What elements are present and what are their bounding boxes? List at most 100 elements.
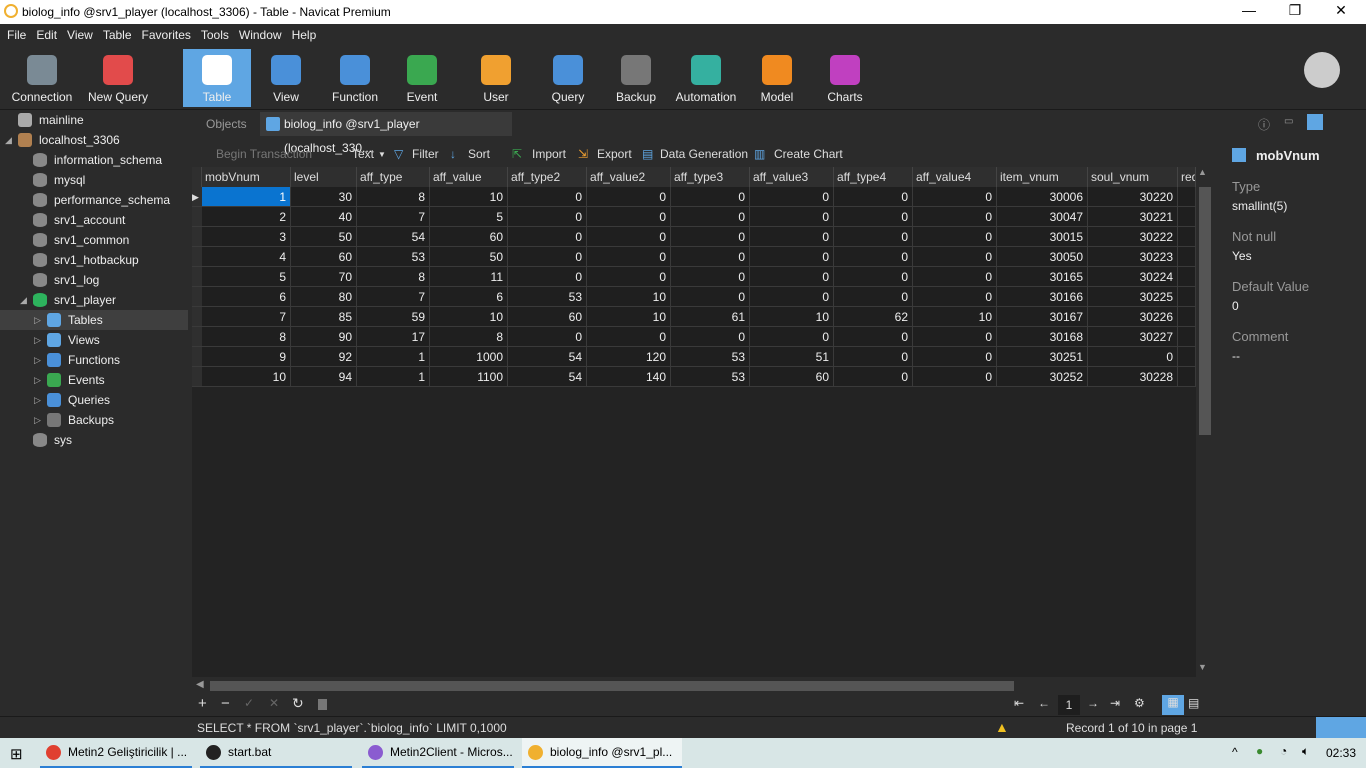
row-header[interactable] <box>192 267 202 287</box>
cell-aff_value2[interactable]: 0 <box>587 207 671 227</box>
panel-toggle-buttons[interactable] <box>1316 717 1366 739</box>
cell-req[interactable] <box>1178 267 1196 287</box>
row-header[interactable] <box>192 247 202 267</box>
cell-aff_type3[interactable]: 53 <box>671 367 750 387</box>
cell-aff_type3[interactable]: 0 <box>671 187 750 207</box>
cell-aff_value3[interactable]: 0 <box>750 227 834 247</box>
tree-item-functions[interactable]: ▷ Functions <box>0 350 188 370</box>
table-button[interactable]: Table <box>183 49 251 107</box>
cell-req[interactable] <box>1178 367 1196 387</box>
cell-aff_value4[interactable]: 0 <box>913 187 997 207</box>
delete-record-button[interactable]: − <box>221 695 230 712</box>
automation-button[interactable]: Automation <box>672 49 740 107</box>
cell-soul_vnum[interactable]: 0 <box>1088 347 1178 367</box>
cell-level[interactable]: 80 <box>291 287 357 307</box>
tree-item-srv1_log[interactable]: srv1_log <box>0 270 188 290</box>
export-button[interactable]: Export <box>597 147 632 161</box>
chevron-down-icon[interactable]: ▼ <box>378 150 386 159</box>
cell-req[interactable] <box>1178 327 1196 347</box>
column-header-aff_value[interactable]: aff_value <box>430 167 508 187</box>
windows-start-icon[interactable]: ⊞ <box>10 745 23 763</box>
cell-mobVnum[interactable]: 5 <box>202 267 291 287</box>
cell-level[interactable]: 85 <box>291 307 357 327</box>
cell-soul_vnum[interactable]: 30224 <box>1088 267 1178 287</box>
cell-aff_type3[interactable]: 0 <box>671 227 750 247</box>
minimize-button[interactable]: — <box>1226 2 1272 18</box>
cell-aff_type3[interactable]: 0 <box>671 267 750 287</box>
cell-soul_vnum[interactable]: 30223 <box>1088 247 1178 267</box>
menu-favorites[interactable]: Favorites <box>137 24 196 47</box>
cell-aff_type2[interactable]: 0 <box>508 227 587 247</box>
column-header-level[interactable]: level <box>291 167 357 187</box>
vertical-scrollbar[interactable]: ▲ ▼ <box>1196 167 1214 677</box>
cell-item_vnum[interactable]: 30006 <box>997 187 1088 207</box>
tree-item-information_schema[interactable]: information_schema <box>0 150 188 170</box>
cell-level[interactable]: 94 <box>291 367 357 387</box>
sort-button[interactable]: Sort <box>468 147 490 161</box>
cell-aff_type4[interactable]: 0 <box>834 187 913 207</box>
chevron-down-icon[interactable]: ◢ <box>20 290 27 310</box>
cell-aff_type[interactable]: 7 <box>357 207 430 227</box>
cell-aff_type2[interactable]: 54 <box>508 367 587 387</box>
cell-aff_value[interactable]: 1100 <box>430 367 508 387</box>
menu-view[interactable]: View <box>62 24 98 47</box>
last-page-button[interactable]: ⇥ <box>1110 696 1120 710</box>
cell-mobVnum[interactable]: 9 <box>202 347 291 367</box>
chevron-down-icon[interactable]: ◢ <box>5 130 12 150</box>
cell-aff_type[interactable]: 1 <box>357 347 430 367</box>
cell-aff_type4[interactable]: 0 <box>834 227 913 247</box>
cell-aff_type4[interactable]: 62 <box>834 307 913 327</box>
column-header-aff_value4[interactable]: aff_value4 <box>913 167 997 187</box>
filter-button[interactable]: Filter <box>412 147 439 161</box>
cell-aff_value[interactable]: 50 <box>430 247 508 267</box>
cell-item_vnum[interactable]: 30047 <box>997 207 1088 227</box>
row-header[interactable] <box>192 207 202 227</box>
cell-item_vnum[interactable]: 30015 <box>997 227 1088 247</box>
stop-button[interactable] <box>318 699 327 710</box>
cell-aff_value[interactable]: 5 <box>430 207 508 227</box>
event-button[interactable]: Event <box>394 49 450 107</box>
cell-aff_type[interactable]: 17 <box>357 327 430 347</box>
charts-button[interactable]: Charts <box>822 49 868 107</box>
chevron-right-icon[interactable]: ▷ <box>34 310 41 330</box>
cell-aff_type[interactable]: 8 <box>357 187 430 207</box>
warning-icon[interactable]: ▲ <box>995 719 1009 735</box>
column-header-aff_type2[interactable]: aff_type2 <box>508 167 587 187</box>
page-number-input[interactable]: 1 <box>1058 695 1080 715</box>
cell-aff_type4[interactable]: 0 <box>834 287 913 307</box>
cell-aff_value2[interactable]: 0 <box>587 327 671 347</box>
cell-aff_type[interactable]: 8 <box>357 267 430 287</box>
function-button[interactable]: Function <box>324 49 386 107</box>
row-header[interactable] <box>192 307 202 327</box>
cell-aff_value2[interactable]: 0 <box>587 227 671 247</box>
cell-level[interactable]: 92 <box>291 347 357 367</box>
cell-aff_value4[interactable]: 0 <box>913 367 997 387</box>
cell-mobVnum[interactable]: 8 <box>202 327 291 347</box>
new-query-button[interactable]: New Query <box>84 49 152 107</box>
cell-aff_type3[interactable]: 61 <box>671 307 750 327</box>
cell-aff_value2[interactable]: 0 <box>587 247 671 267</box>
taskbar-item[interactable]: biolog_info @srv1_pl... <box>522 738 682 768</box>
cell-soul_vnum[interactable]: 30220 <box>1088 187 1178 207</box>
cell-aff_value2[interactable]: 120 <box>587 347 671 367</box>
cell-aff_type3[interactable]: 0 <box>671 207 750 227</box>
cell-aff_type4[interactable]: 0 <box>834 327 913 347</box>
cell-req[interactable] <box>1178 287 1196 307</box>
tree-item-events[interactable]: ▷ Events <box>0 370 188 390</box>
cell-item_vnum[interactable]: 30167 <box>997 307 1088 327</box>
cell-level[interactable]: 60 <box>291 247 357 267</box>
row-header[interactable]: ▶ <box>192 187 202 207</box>
cell-mobVnum[interactable]: 1 <box>202 187 291 207</box>
menu-window[interactable]: Window <box>234 24 287 47</box>
cell-aff_value3[interactable]: 0 <box>750 247 834 267</box>
cell-aff_value3[interactable]: 0 <box>750 327 834 347</box>
cell-aff_value[interactable]: 10 <box>430 307 508 327</box>
cell-item_vnum[interactable]: 30252 <box>997 367 1088 387</box>
text-button[interactable]: Text <box>352 147 374 161</box>
cell-soul_vnum[interactable]: 30226 <box>1088 307 1178 327</box>
tree-item-mysql[interactable]: mysql <box>0 170 188 190</box>
tree-item-srv1_hotbackup[interactable]: srv1_hotbackup <box>0 250 188 270</box>
cell-aff_value[interactable]: 1000 <box>430 347 508 367</box>
wifi-icon[interactable]: ◔ <box>1280 744 1287 758</box>
cell-soul_vnum[interactable]: 30225 <box>1088 287 1178 307</box>
